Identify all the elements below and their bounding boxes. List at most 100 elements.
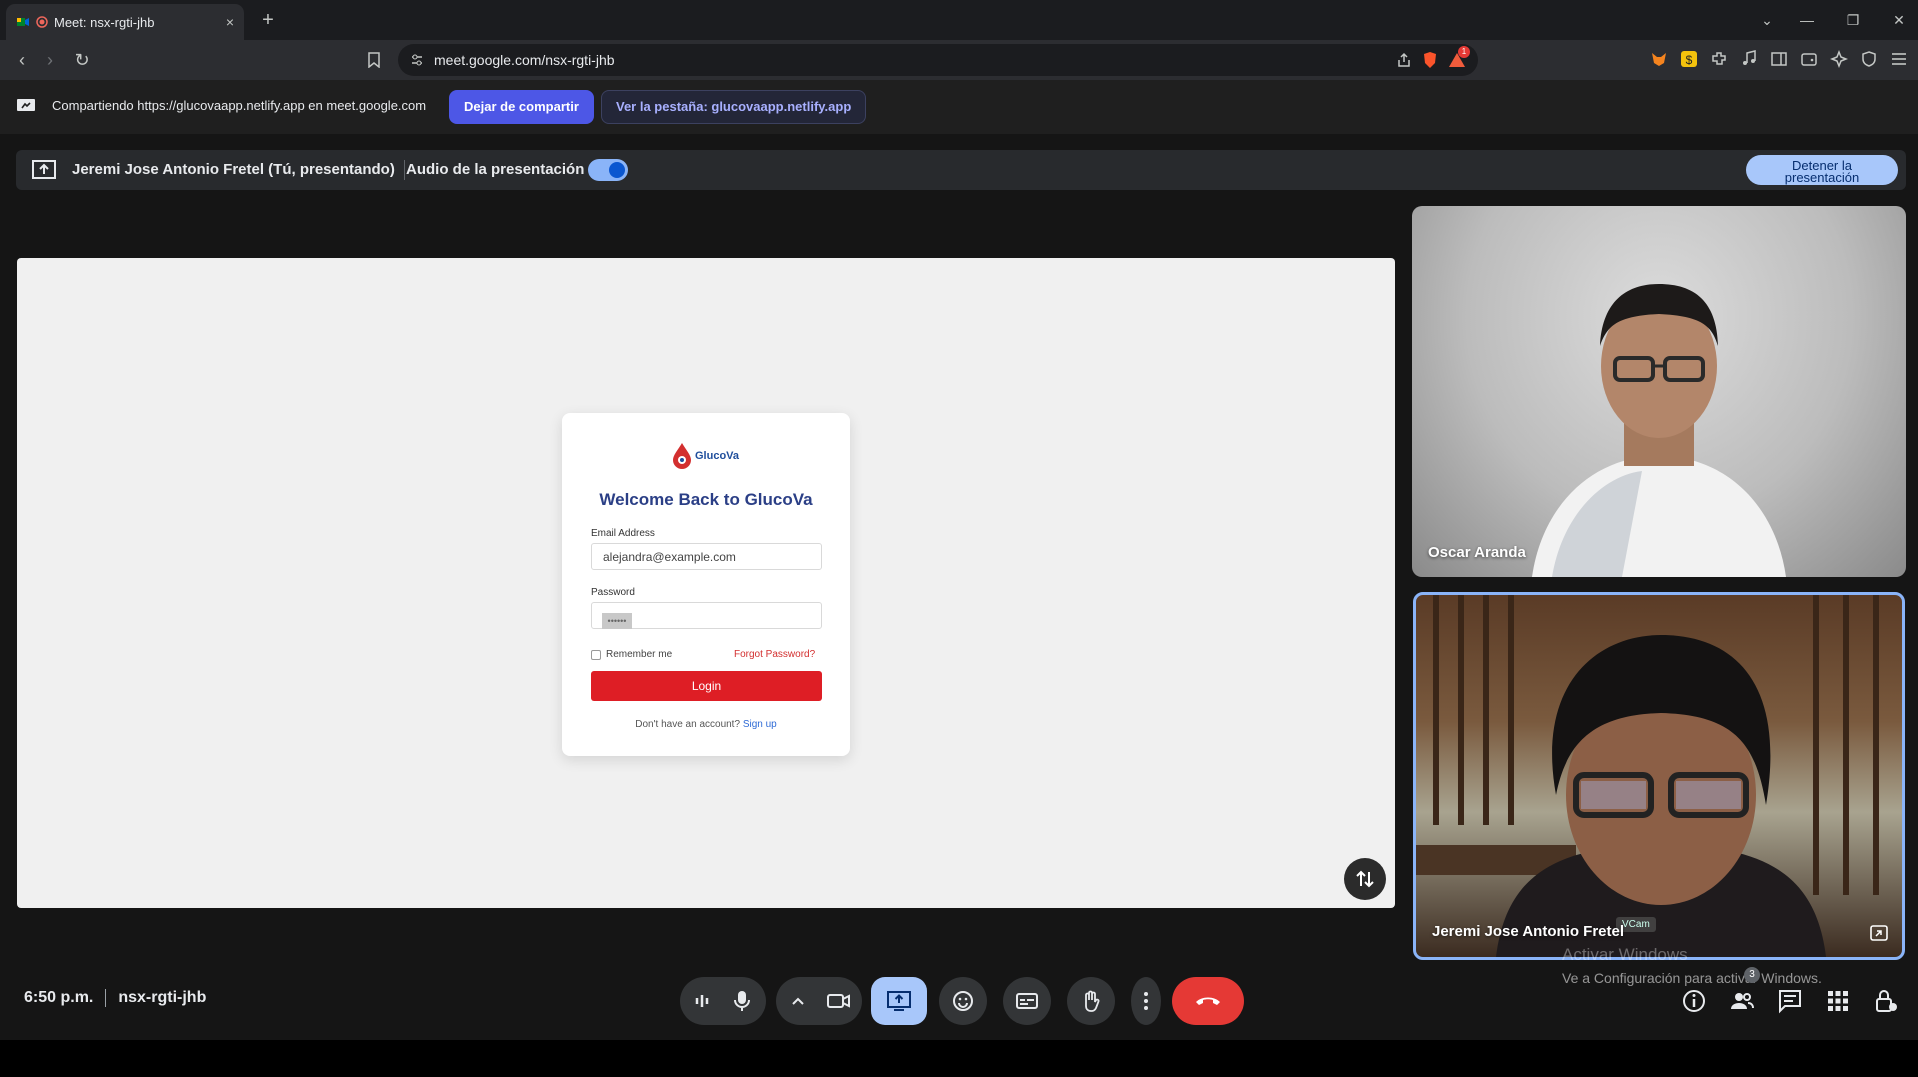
sharing-infobar: Compartiendo https://glucovaapp.netlify.… — [0, 80, 1918, 134]
people-icon[interactable] — [1729, 988, 1755, 1014]
windows-activation-title: Activar Windows — [1562, 945, 1688, 964]
meeting-code: nsx-rgti-jhb — [118, 989, 207, 1006]
share-icon[interactable] — [1396, 52, 1412, 68]
meet-favicon-icon — [16, 15, 30, 29]
browser-tab-bar: Meet: nsx-rgti-jhb × + ⌄ — ❐ ✕ — [0, 0, 1918, 40]
tab-close-icon[interactable]: × — [226, 14, 234, 30]
end-call-icon — [1196, 997, 1220, 1005]
people-count-badge: 3 — [1744, 967, 1760, 983]
email-field[interactable]: alejandra@example.com — [591, 543, 822, 570]
browser-tab[interactable]: Meet: nsx-rgti-jhb × — [6, 4, 244, 40]
tab-search-icon[interactable]: ⌄ — [1752, 8, 1782, 32]
meeting-details-icon[interactable] — [1681, 988, 1707, 1014]
present-screen-icon — [32, 159, 56, 181]
wallet-icon[interactable] — [1800, 50, 1820, 70]
no-account-text: Don't have an account? — [635, 719, 741, 730]
brave-shield-icon[interactable] — [1422, 51, 1438, 69]
audio-level-icon[interactable] — [691, 989, 713, 1013]
participant-tile-oscar[interactable]: Oscar Aranda — [1412, 206, 1906, 577]
participant-tile-jeremi[interactable]: VCam Jeremi Jose Antonio Fretel — [1413, 592, 1905, 960]
stop-sharing-button[interactable]: Dejar de compartir — [449, 90, 594, 124]
stop-presenting-line2: presentación — [1784, 169, 1860, 185]
presenter-name: Jeremi Jose Antonio Fretel (Tú, presenta… — [72, 161, 395, 178]
swap-layout-button[interactable] — [1344, 858, 1386, 900]
view-tab-button[interactable]: Ver la pestaña: glucovaapp.netlify.app — [601, 90, 867, 124]
hand-icon — [1085, 990, 1100, 1012]
email-label: Email Address — [591, 528, 655, 539]
presbar-divider — [404, 160, 405, 180]
host-controls-icon[interactable] — [1873, 988, 1899, 1014]
password-mask: •••••• — [602, 613, 632, 629]
present-now-button[interactable] — [871, 977, 927, 1025]
signup-link[interactable]: Sign up — [743, 719, 777, 730]
sidebar-icon[interactable] — [1770, 50, 1790, 70]
glucova-logo: GlucoVa — [671, 441, 739, 471]
login-button[interactable]: Login — [591, 671, 822, 701]
jeremi-video-feed — [1416, 595, 1879, 957]
camera-icon[interactable] — [826, 989, 852, 1013]
sharing-text: Compartiendo https://glucovaapp.netlify.… — [52, 98, 427, 113]
signup-row: Don't have an account? Sign up — [562, 719, 850, 730]
bottom-edge — [0, 1040, 1918, 1077]
presentation-audio-toggle[interactable] — [588, 159, 628, 181]
forgot-password-link[interactable]: Forgot Password? — [734, 649, 815, 660]
dollar-extension-icon[interactable]: $ — [1680, 50, 1700, 70]
chevron-up-icon[interactable] — [787, 989, 809, 1013]
screen-share-icon — [16, 98, 36, 114]
emoji-icon — [953, 991, 973, 1011]
site-settings-icon[interactable] — [410, 53, 424, 67]
vpn-icon[interactable] — [1860, 50, 1880, 70]
presentation-bar: Jeremi Jose Antonio Fretel (Tú, presenta… — [16, 150, 1906, 190]
login-card: GlucoVa Welcome Back to GlucoVa Email Ad… — [562, 413, 850, 756]
shared-screen: GlucoVa Welcome Back to GlucoVa Email Ad… — [17, 258, 1395, 908]
browser-toolbar: ‹ › ↻ meet.google.com/nsx-rgti-jhb 1 $ — [0, 40, 1918, 80]
tab-title: Meet: nsx-rgti-jhb — [54, 14, 155, 30]
svg-text:$: $ — [1686, 53, 1693, 67]
meeting-info: 6:50 p.m. nsx-rgti-jhb — [24, 989, 206, 1007]
participant-name: Oscar Aranda — [1428, 544, 1526, 561]
activities-icon[interactable] — [1825, 988, 1851, 1014]
blood-drop-icon — [673, 443, 691, 469]
reload-icon[interactable]: ↻ — [70, 48, 94, 72]
puzzle-extension-icon[interactable] — [1710, 50, 1730, 70]
meeting-time: 6:50 p.m. — [24, 989, 94, 1006]
close-window-icon[interactable]: ✕ — [1884, 8, 1914, 32]
restore-icon[interactable]: ❐ — [1838, 8, 1868, 32]
brave-rewards-icon[interactable]: 1 — [1448, 46, 1470, 68]
more-options-button[interactable] — [1131, 977, 1161, 1025]
present-screen-icon — [887, 991, 911, 1011]
presentation-audio-label: Audio de la presentación — [406, 161, 585, 178]
remember-me-checkbox[interactable] — [591, 650, 601, 660]
url-text[interactable]: meet.google.com/nsx-rgti-jhb — [434, 52, 1386, 68]
windows-activation-text: Ve a Configuración para activar Windows. — [1562, 970, 1822, 986]
back-icon[interactable]: ‹ — [10, 48, 34, 72]
stop-presenting-button[interactable]: Detener la presentación — [1746, 155, 1898, 185]
password-label: Password — [591, 587, 635, 598]
forward-icon[interactable]: › — [38, 48, 62, 72]
more-vertical-icon — [1144, 992, 1148, 1010]
new-tab-button[interactable]: + — [256, 8, 280, 32]
chat-icon[interactable] — [1777, 988, 1803, 1014]
recording-icon — [36, 16, 48, 28]
rewards-badge: 1 — [1458, 46, 1470, 58]
participant-name: Jeremi Jose Antonio Fretel — [1432, 923, 1624, 940]
media-icon[interactable] — [1740, 50, 1760, 70]
leo-ai-icon[interactable] — [1830, 50, 1850, 70]
oscar-video-feed — [1532, 284, 1786, 577]
bookmark-icon[interactable] — [362, 48, 386, 72]
leave-call-button[interactable] — [1172, 977, 1244, 1025]
minimize-icon[interactable]: — — [1792, 8, 1822, 32]
address-bar[interactable]: meet.google.com/nsx-rgti-jhb 1 — [398, 44, 1478, 76]
reactions-button[interactable] — [939, 977, 987, 1025]
raise-hand-button[interactable] — [1067, 977, 1115, 1025]
fox-extension-icon[interactable] — [1650, 50, 1670, 70]
captions-button[interactable] — [1003, 977, 1051, 1025]
login-title: Welcome Back to GlucoVa — [599, 490, 813, 509]
toggle-knob — [609, 162, 625, 178]
microphone-icon[interactable] — [731, 989, 753, 1013]
pip-icon[interactable] — [1870, 925, 1888, 941]
swap-arrows-icon — [1356, 870, 1374, 888]
remember-me-label: Remember me — [606, 649, 673, 660]
menu-icon[interactable] — [1890, 50, 1910, 70]
captions-icon — [1016, 993, 1038, 1009]
